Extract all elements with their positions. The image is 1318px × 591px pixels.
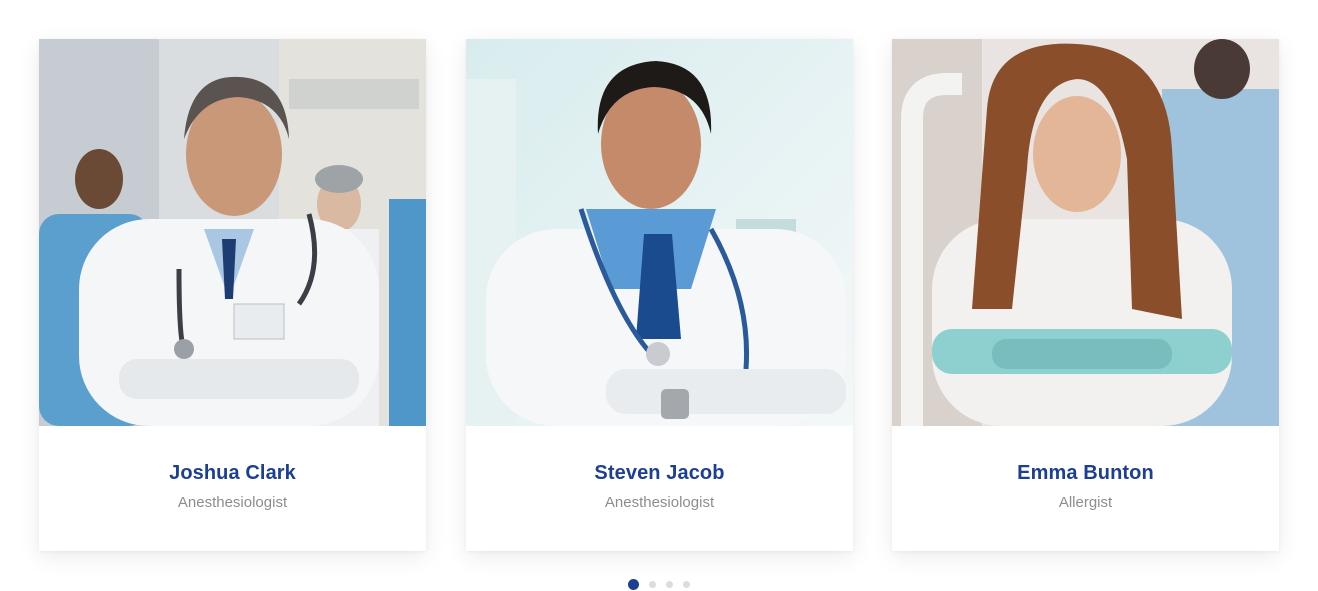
doctor-name[interactable]: Steven Jacob (466, 461, 853, 485)
doctor-card[interactable]: Steven Jacob Anesthesiologist (466, 39, 853, 551)
doctor-role: Allergist (1058, 494, 1113, 511)
doctor-info: Joshua Clark Anesthesiologist (39, 426, 426, 551)
doctor-card[interactable]: Emma Bunton Allergist (892, 39, 1279, 551)
pagination-dot-1[interactable] (628, 579, 639, 590)
doctor-photo (466, 39, 853, 426)
pagination-dot-2[interactable] (649, 581, 656, 588)
carousel-pagination (0, 579, 1318, 591)
doctor-info: Emma Bunton Allergist (892, 426, 1279, 551)
team-carousel: Joshua Clark Anesthesiologist Steven Jac… (0, 0, 1318, 591)
doctor-role: Anesthesiologist (604, 494, 715, 511)
doctor-info: Steven Jacob Anesthesiologist (466, 426, 853, 551)
doctor-role: Anesthesiologist (177, 494, 288, 511)
doctor-photo (892, 39, 1279, 426)
doctor-name[interactable]: Joshua Clark (39, 461, 426, 485)
pagination-dot-3[interactable] (666, 581, 673, 588)
doctor-photo (39, 39, 426, 426)
doctor-name[interactable]: Emma Bunton (892, 461, 1279, 485)
pagination-dot-4[interactable] (683, 581, 690, 588)
doctor-card[interactable]: Joshua Clark Anesthesiologist (39, 39, 426, 551)
